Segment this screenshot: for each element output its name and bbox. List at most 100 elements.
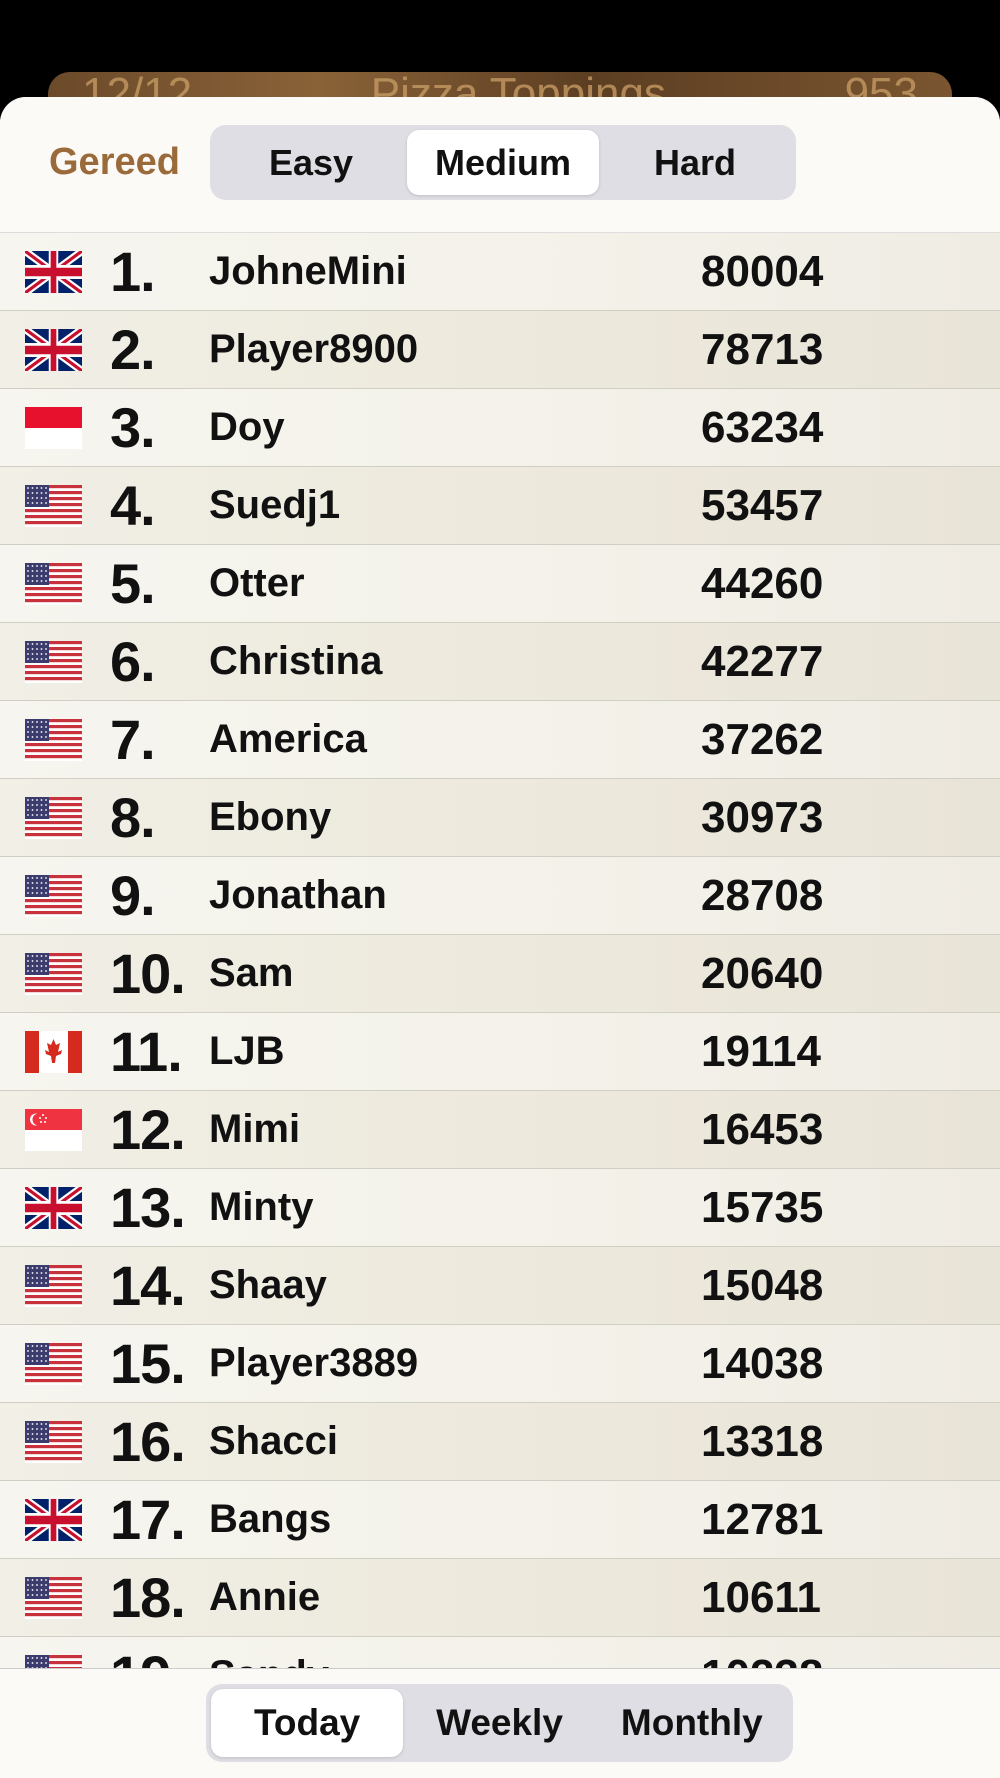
player-name: Player3889 [209, 1341, 419, 1385]
player-rank: 1. [110, 240, 156, 303]
leaderboard-row[interactable]: 17. Bangs 12781 [0, 1481, 1000, 1559]
player-score: 10238 [701, 1651, 823, 1670]
player-score: 14038 [701, 1338, 824, 1388]
player-score: 16453 [701, 1104, 824, 1154]
player-rank: 7. [110, 708, 156, 771]
player-rank: 17. [110, 1488, 186, 1551]
flag-us-icon [25, 1654, 82, 1669]
leaderboard-row[interactable]: 1. JohneMini 80004 [0, 233, 1000, 311]
difficulty-option-hard[interactable]: Hard [599, 130, 791, 195]
difficulty-option-easy[interactable]: Easy [215, 130, 407, 195]
player-name: Player8900 [209, 327, 419, 371]
period-option-today[interactable]: Today [211, 1689, 404, 1757]
leaderboard-row[interactable]: 7. America 37262 [0, 701, 1000, 779]
leaderboard-row[interactable]: 8. Ebony 30973 [0, 779, 1000, 857]
player-rank: 10. [110, 942, 186, 1005]
player-rank: 15. [110, 1332, 186, 1395]
player-name: Jonathan [209, 873, 387, 917]
player-score: 13318 [701, 1416, 824, 1466]
leaderboard-row[interactable]: 3. Doy 63234 [0, 389, 1000, 467]
player-score: 63234 [701, 402, 824, 452]
flag-us-icon [25, 1264, 82, 1307]
player-name: Minty [209, 1185, 314, 1229]
leaderboard-row[interactable]: 11. LJB 19114 [0, 1013, 1000, 1091]
player-score: 53457 [701, 480, 824, 530]
player-name: Mimi [209, 1107, 301, 1151]
flag-uk-icon [25, 328, 82, 371]
leaderboard-row[interactable]: 6. Christina 42277 [0, 623, 1000, 701]
player-name: Christina [209, 639, 383, 683]
flag-sg-icon [25, 1108, 82, 1151]
player-rank: 4. [110, 474, 156, 537]
player-score: 37262 [701, 714, 824, 764]
player-rank: 2. [110, 318, 156, 381]
leaderboard-row[interactable]: 4. Suedj1 53457 [0, 467, 1000, 545]
flag-us-icon [25, 1420, 82, 1463]
player-rank: 12. [110, 1098, 186, 1161]
flag-us-icon [25, 952, 82, 995]
player-score: 30973 [701, 792, 824, 842]
leaderboard-row[interactable]: 2. Player8900 78713 [0, 311, 1000, 389]
flag-us-icon [25, 484, 82, 527]
period-option-monthly[interactable]: Monthly [596, 1689, 788, 1757]
leaderboard-row[interactable]: 12. Mimi 16453 [0, 1091, 1000, 1169]
player-name: Ebony [209, 795, 332, 839]
player-rank: 16. [110, 1410, 186, 1473]
flag-us-icon [25, 562, 82, 605]
leaderboard-row[interactable]: 10. Sam 20640 [0, 935, 1000, 1013]
leaderboard-row[interactable]: 9. Jonathan 28708 [0, 857, 1000, 935]
bottom-bar: Today Weekly Monthly [0, 1668, 1000, 1778]
flag-id-icon [25, 406, 82, 449]
flag-uk-icon [25, 1186, 82, 1229]
player-rank: 19. [110, 1643, 186, 1669]
player-score: 80004 [701, 246, 824, 296]
player-rank: 8. [110, 786, 156, 849]
leaderboard-row[interactable]: 15. Player3889 14038 [0, 1325, 1000, 1403]
player-score: 42277 [701, 636, 824, 686]
player-score: 78713 [701, 324, 824, 374]
flag-us-icon [25, 1342, 82, 1385]
flag-us-icon [25, 1576, 82, 1619]
player-rank: 3. [110, 396, 156, 459]
top-bar: Gereed Easy Medium Hard [0, 97, 1000, 232]
player-score: 19114 [701, 1026, 821, 1076]
player-name: Otter [209, 561, 305, 605]
leaderboard-sheet: Gereed Easy Medium Hard 1. JohneMini 80004 2.… [0, 97, 1000, 1778]
leaderboard-list[interactable]: 1. JohneMini 80004 2. Player8900 78713 3. Doy 63… [0, 232, 1000, 1669]
player-rank: 5. [110, 552, 156, 615]
player-rank: 6. [110, 630, 156, 693]
difficulty-option-medium[interactable]: Medium [407, 130, 599, 195]
player-score: 15735 [701, 1182, 824, 1232]
difficulty-segmented-control: Easy Medium Hard [210, 125, 796, 200]
player-name: Shaay [209, 1263, 327, 1307]
player-score: 20640 [701, 948, 824, 998]
flag-uk-icon [25, 250, 82, 293]
flag-us-icon [25, 796, 82, 839]
player-rank: 11. [110, 1020, 183, 1083]
player-name: Sandy [209, 1653, 329, 1669]
player-name: Sam [209, 951, 294, 995]
player-score: 10611 [701, 1572, 821, 1622]
player-rank: 9. [110, 864, 156, 927]
player-score: 12781 [701, 1494, 824, 1544]
flag-us-icon [25, 874, 82, 917]
player-name: LJB [209, 1029, 285, 1073]
player-rank: 18. [110, 1566, 186, 1629]
leaderboard-row[interactable]: 5. Otter 44260 [0, 545, 1000, 623]
player-name: Bangs [209, 1497, 332, 1541]
player-name: Doy [209, 405, 285, 449]
leaderboard-row[interactable]: 14. Shaay 15048 [0, 1247, 1000, 1325]
leaderboard-row[interactable]: 19. Sandy 10238 [0, 1637, 1000, 1669]
done-button[interactable]: Gereed [49, 141, 180, 184]
player-name: America [209, 717, 367, 761]
player-score: 44260 [701, 558, 824, 608]
player-name: Shacci [209, 1419, 338, 1463]
leaderboard-row[interactable]: 13. Minty 15735 [0, 1169, 1000, 1247]
period-option-weekly[interactable]: Weekly [403, 1689, 595, 1757]
player-name: Annie [209, 1575, 321, 1619]
player-score: 15048 [701, 1260, 824, 1310]
leaderboard-row[interactable]: 16. Shacci 13318 [0, 1403, 1000, 1481]
leaderboard-row[interactable]: 18. Annie 10611 [0, 1559, 1000, 1637]
player-name: JohneMini [209, 249, 407, 293]
player-name: Suedj1 [209, 483, 341, 527]
